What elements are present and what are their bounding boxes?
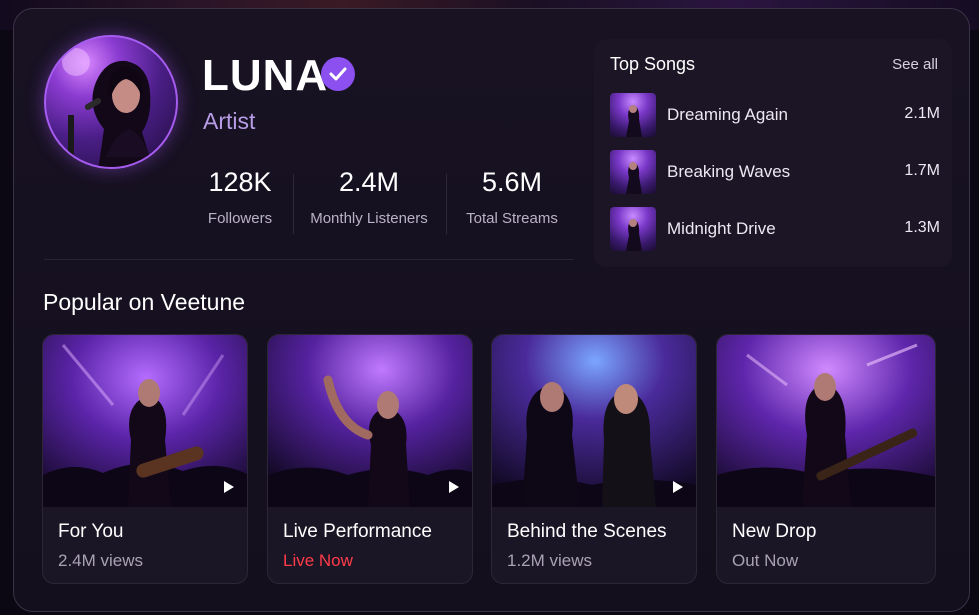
- video-thumbnail: [43, 335, 247, 507]
- stat-value: 5.6M: [481, 167, 543, 197]
- video-card-behind-the-scenes[interactable]: Behind the Scenes 1.2M views: [491, 334, 697, 584]
- song-title: Dreaming Again: [667, 105, 788, 124]
- stat-value: 2.4M: [338, 167, 400, 197]
- top-songs-panel: Top Songs See all Dreaming Again 2.1M Br…: [594, 39, 952, 267]
- video-title: Behind the Scenes: [507, 521, 667, 542]
- song-row[interactable]: Midnight Drive 1.3M: [608, 207, 940, 253]
- stat-divider: [446, 174, 447, 234]
- stat-value: 128K: [208, 167, 272, 197]
- artist-profile-card: LUNA Artist 128K Followers 2.4M Monthly …: [13, 8, 970, 612]
- song-title: Midnight Drive: [667, 219, 776, 238]
- stat-total-streams[interactable]: 5.6M Total Streams: [452, 167, 572, 227]
- live-status: Live Now: [283, 551, 353, 570]
- video-title: Live Performance: [283, 521, 432, 542]
- artist-role: Artist: [203, 108, 256, 134]
- artist-avatar[interactable]: [44, 35, 178, 169]
- song-plays: 1.7M: [904, 162, 940, 179]
- video-card-for-you[interactable]: For You 2.4M views: [42, 334, 248, 584]
- video-views: 2.4M views: [58, 551, 144, 570]
- stat-monthly-listeners[interactable]: 2.4M Monthly Listeners: [299, 167, 439, 227]
- top-songs-title: Top Songs: [610, 54, 696, 74]
- stat-followers[interactable]: 128K Followers: [190, 167, 290, 227]
- play-icon[interactable]: [668, 477, 688, 497]
- artist-name: LUNA: [202, 51, 329, 100]
- video-thumbnail: [492, 335, 696, 507]
- video-title: New Drop: [732, 521, 817, 542]
- song-cover: [610, 93, 656, 137]
- song-cover: [610, 150, 656, 194]
- play-icon[interactable]: [444, 477, 464, 497]
- stat-label: Followers: [207, 210, 273, 227]
- song-plays: 1.3M: [904, 219, 940, 236]
- video-thumbnail: [268, 335, 472, 507]
- verified-check-icon: [321, 57, 355, 91]
- song-title: Breaking Waves: [667, 162, 791, 181]
- song-cover: [610, 207, 656, 251]
- stat-label: Total Streams: [466, 210, 558, 227]
- song-row[interactable]: Dreaming Again 2.1M: [608, 93, 940, 139]
- video-title: For You: [58, 521, 124, 542]
- song-row[interactable]: Breaking Waves 1.7M: [608, 150, 940, 196]
- popular-section-title: Popular on Veetune: [43, 289, 246, 315]
- stat-divider: [293, 174, 294, 234]
- stat-label: Monthly Listeners: [310, 210, 428, 227]
- video-card-new-drop[interactable]: New Drop Out Now: [716, 334, 936, 584]
- see-all-link[interactable]: See all: [892, 56, 938, 73]
- video-thumbnail: [717, 335, 935, 507]
- artist-avatar-illustration: [62, 48, 153, 167]
- video-card-live-performance[interactable]: Live Performance Live Now: [267, 334, 473, 584]
- play-icon[interactable]: [219, 477, 239, 497]
- video-views: 1.2M views: [507, 551, 593, 570]
- song-plays: 2.1M: [904, 105, 940, 122]
- release-status: Out Now: [732, 551, 799, 570]
- section-divider: [44, 259, 574, 260]
